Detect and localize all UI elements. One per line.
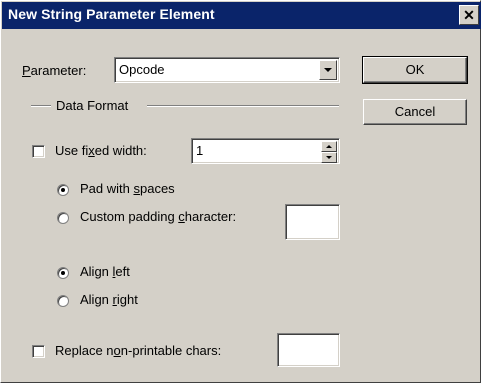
fixed-width-value: 1 <box>196 143 204 158</box>
custom-padding-input[interactable] <box>285 204 340 240</box>
align-right-radio[interactable] <box>57 295 69 307</box>
string-parameter-dialog: New String Parameter Element ✕ Parameter… <box>0 0 481 383</box>
parameter-combo[interactable]: Opcode <box>114 57 340 83</box>
fixed-width-input[interactable]: 1 <box>191 138 340 164</box>
pad-spaces-radio[interactable] <box>57 184 69 196</box>
replace-char-input[interactable] <box>277 333 340 367</box>
pad-spaces-label: Pad with spaces <box>80 181 175 196</box>
custom-padding-radio[interactable] <box>57 212 69 224</box>
align-left-radio[interactable] <box>57 267 69 279</box>
data-format-label: Data Format <box>56 98 129 113</box>
align-right-label: Align right <box>80 292 138 307</box>
spin-down-icon[interactable] <box>321 152 337 163</box>
title-bar[interactable]: New String Parameter Element ✕ <box>2 2 481 29</box>
replace-nonprintable-checkbox[interactable] <box>32 345 45 358</box>
fixed-width-label: Use fixed width: <box>55 143 147 158</box>
custom-padding-label: Custom padding character: <box>80 209 237 224</box>
cancel-button[interactable]: Cancel <box>363 99 467 125</box>
ok-button[interactable]: OK <box>362 56 468 84</box>
parameter-label: Parameter: <box>22 63 87 78</box>
close-button[interactable]: ✕ <box>459 5 479 25</box>
group-divider-right <box>147 105 339 107</box>
replace-nonprintable-label: Replace non-printable chars: <box>55 343 222 358</box>
group-divider-left <box>31 105 51 107</box>
close-icon: ✕ <box>463 7 475 23</box>
radio-selected-dot <box>61 271 65 275</box>
spin-up-icon[interactable] <box>321 141 337 152</box>
fixed-width-checkbox[interactable] <box>32 145 45 158</box>
radio-selected-dot <box>61 188 65 192</box>
chevron-down-icon[interactable] <box>319 60 337 80</box>
parameter-value: Opcode <box>119 62 165 77</box>
dialog-title: New String Parameter Element <box>8 6 215 22</box>
fixed-width-spinner[interactable] <box>321 141 337 163</box>
align-left-label: Align left <box>80 264 130 279</box>
